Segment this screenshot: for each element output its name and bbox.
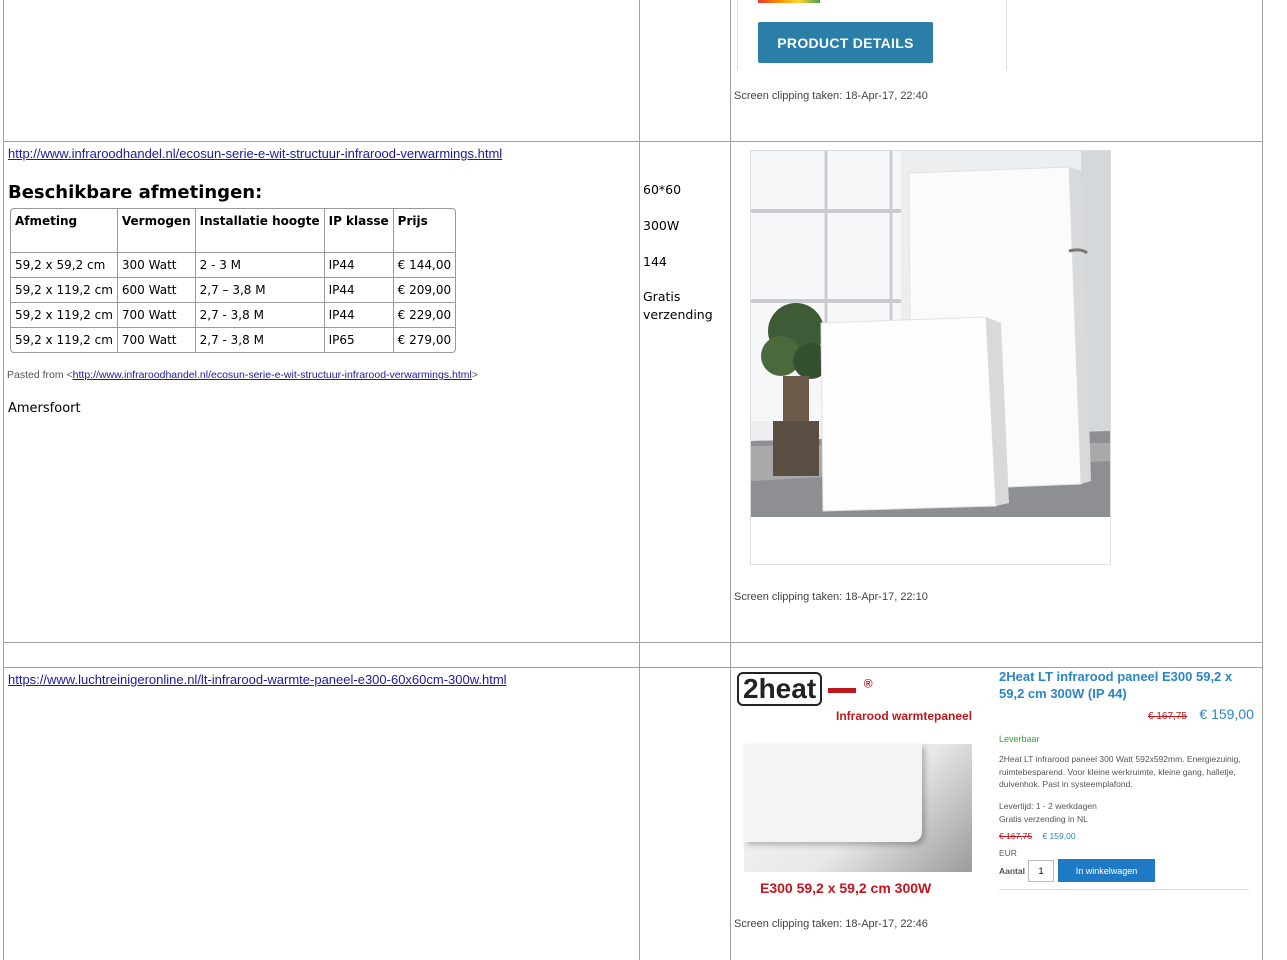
table-border-col2 bbox=[639, 0, 640, 960]
pasted-suffix: > bbox=[471, 369, 478, 381]
logo-red-bar bbox=[827, 688, 856, 694]
column-header: IP klasse bbox=[324, 209, 394, 253]
table-border-right bbox=[1262, 0, 1263, 960]
energy-label-bar bbox=[758, 0, 820, 3]
table-cell: 700 Watt bbox=[117, 303, 196, 328]
table-cell: € 279,00 bbox=[397, 333, 452, 347]
quantity-input[interactable]: 1 bbox=[1028, 860, 1054, 882]
table-cell: IP44 bbox=[324, 303, 394, 328]
table-cell: € 209,00 bbox=[393, 278, 456, 303]
table-cell: 600 Watt bbox=[117, 278, 196, 303]
table-cell: 2 - 3 M bbox=[195, 253, 325, 278]
spec-price: 144 bbox=[643, 254, 667, 269]
logo-subtitle: Infrarood warmtepaneel bbox=[836, 709, 973, 723]
table-cell: 59,2 x 59,2 cm bbox=[11, 253, 118, 278]
new-price-small: € 159,00 bbox=[1042, 831, 1076, 841]
new-price: € 159,00 bbox=[1199, 706, 1254, 722]
image-caption: E300 59,2 x 59,2 cm 300W bbox=[760, 880, 932, 896]
source-link[interactable]: https://www.luchtreinigeronline.nl/lt-in… bbox=[8, 672, 507, 687]
availability-status: Leverbaar bbox=[999, 734, 1040, 744]
divider bbox=[999, 889, 1249, 890]
panel-image bbox=[744, 744, 972, 872]
spec-shipping: Gratis verzending bbox=[643, 289, 713, 322]
section-heading: Beschikbare afmetingen: bbox=[8, 182, 263, 203]
sizes-table: Afmeting Vermogen Installatie hoogte IP … bbox=[10, 208, 457, 353]
table-cell: 2,7 - 3,8 M bbox=[196, 328, 325, 352]
table-cell: € 144,00 bbox=[393, 253, 456, 278]
old-price-small: € 167,75 bbox=[999, 831, 1033, 841]
table-cell: 2,7 – 3,8 M bbox=[195, 278, 325, 303]
table-row: 59,2 x 119,2 cm 600 Watt 2,7 – 3,8 M IP4… bbox=[11, 278, 456, 303]
quantity-label: Aantal bbox=[999, 866, 1025, 876]
table-cell: IP44 bbox=[324, 278, 394, 303]
clip-caption: Screen clipping taken: 18-Apr-17, 22:46 bbox=[734, 918, 928, 930]
old-price: € 167,75 bbox=[1148, 711, 1187, 722]
spec-power: 300W bbox=[643, 218, 680, 233]
price-line: € 167,75 € 159,00 bbox=[1148, 706, 1254, 724]
currency-label: EUR bbox=[999, 848, 1017, 858]
clip-caption: Screen clipping taken: 18-Apr-17, 22:40 bbox=[734, 90, 928, 102]
table-border-col3 bbox=[730, 0, 731, 960]
clip-caption: Screen clipping taken: 18-Apr-17, 22:10 bbox=[734, 591, 928, 603]
table-header-row: Afmeting Vermogen Installatie hoogte IP … bbox=[11, 209, 456, 253]
column-header: Afmeting bbox=[11, 209, 118, 253]
table-cell: € 229,00 bbox=[393, 303, 456, 328]
room-scene-image bbox=[751, 151, 1110, 517]
source-link[interactable]: http://www.infraroodhandel.nl/ecosun-ser… bbox=[8, 146, 502, 161]
table-cell: 59,2 x 119,2 cm bbox=[11, 303, 118, 328]
logo-mark: ® bbox=[863, 676, 873, 691]
clipping-frame bbox=[737, 0, 738, 70]
add-to-cart-button[interactable]: In winkelwagen bbox=[1058, 859, 1155, 882]
product-title: 2Heat LT infrarood paneel E300 59,2 x 59… bbox=[999, 669, 1233, 701]
brand-logo: 2heat ® bbox=[737, 672, 873, 706]
row-divider-1 bbox=[3, 141, 1263, 142]
product-description: 2Heat LT infrarood paneel 300 Watt 592x5… bbox=[999, 754, 1241, 789]
table-row: 59,2 x 59,2 cm 300 Watt 2 - 3 M IP44 € 1… bbox=[11, 253, 456, 278]
table-cell: 700 Watt bbox=[118, 328, 196, 352]
table-cell: 59,2 x 119,2 cm bbox=[11, 278, 118, 303]
pasted-from-note: Pasted from <http://www.infraroodhandel.… bbox=[7, 369, 478, 381]
table-cell: IP65 bbox=[325, 328, 394, 352]
row-divider-2 bbox=[3, 642, 1263, 643]
panel-surface bbox=[744, 744, 922, 842]
table-row: 59,2 x 119,2 cm 700 Watt 2,7 - 3,8 M IP6… bbox=[11, 328, 455, 352]
logo-text: 2heat bbox=[737, 672, 823, 706]
product-photo bbox=[750, 150, 1111, 565]
table-cell: 59,2 x 119,2 cm bbox=[11, 328, 118, 352]
column-header: Vermogen bbox=[117, 209, 196, 253]
spec-size: 60*60 bbox=[643, 182, 682, 197]
shipping-note: Gratis verzending in NL bbox=[999, 814, 1088, 824]
column-header: Installatie hoogte bbox=[195, 209, 325, 253]
table-cell: 300 Watt bbox=[117, 253, 196, 278]
table-row: 59,2 x 119,2 cm 700 Watt 2,7 - 3,8 M IP4… bbox=[11, 303, 456, 328]
table-cell: 2,7 - 3,8 M bbox=[195, 303, 325, 328]
price-small: € 167,75 € 159,00 bbox=[999, 830, 1076, 843]
city-text: Amersfoort bbox=[8, 401, 81, 416]
table-border-left bbox=[3, 0, 4, 960]
clipping-frame bbox=[1006, 0, 1007, 70]
column-header: Prijs bbox=[393, 209, 456, 253]
table-cell: IP44 bbox=[324, 253, 394, 278]
pasted-prefix: Pasted from < bbox=[7, 369, 73, 381]
pasted-link[interactable]: http://www.infraroodhandel.nl/ecosun-ser… bbox=[73, 369, 472, 381]
product-details-button[interactable]: PRODUCT DETAILS bbox=[758, 22, 933, 63]
delivery-time: Levertijd: 1 - 2 werkdagen bbox=[999, 801, 1097, 811]
